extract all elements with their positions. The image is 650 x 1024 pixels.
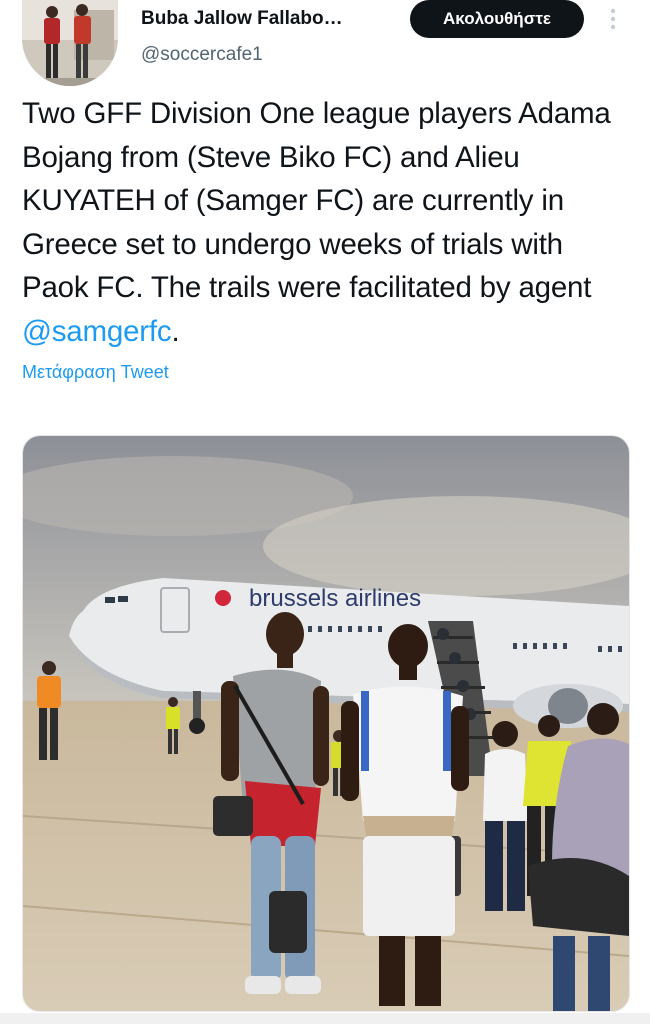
user-handle[interactable]: @soccercafe1 [141, 44, 263, 66]
plane-livery: brussels airlines [249, 585, 421, 612]
display-name[interactable]: Buba Jallow Fallabo… [141, 8, 343, 30]
tweet-end-punctuation: . [171, 314, 180, 348]
tweet-body: Two GFF Division One league players Adam… [22, 97, 611, 304]
tweet-text: Two GFF Division One league players Adam… [22, 92, 632, 353]
avatar[interactable] [22, 0, 118, 86]
bottom-divider [0, 1013, 650, 1024]
mention-link[interactable]: @samgerfc [22, 315, 172, 348]
follow-button[interactable]: Ακολουθήστε [410, 0, 584, 38]
more-vertical-icon[interactable] [606, 5, 620, 35]
translate-tweet-link[interactable]: Μετάφραση Tweet [22, 362, 169, 383]
tweet-photo[interactable]: brussels airlines [22, 435, 630, 1012]
